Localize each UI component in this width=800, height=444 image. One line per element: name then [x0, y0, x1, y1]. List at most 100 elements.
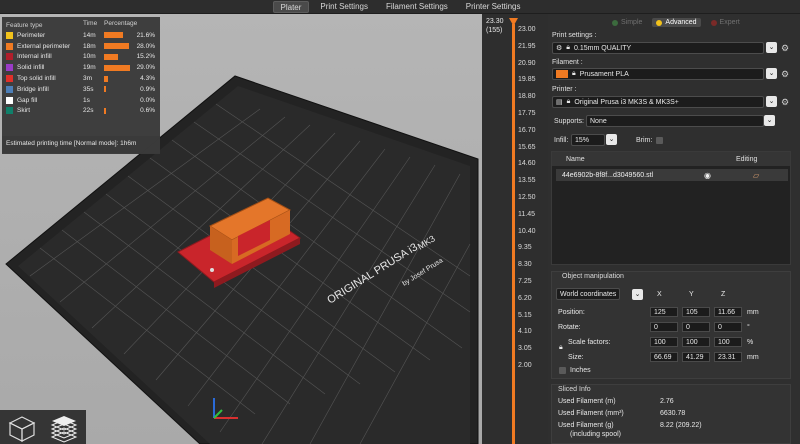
scale-factors-label: Scale factors: — [568, 339, 611, 346]
filament-combo[interactable]: 🔒︎ Prusament PLA — [552, 68, 764, 80]
advanced-dot-icon — [656, 19, 663, 26]
legend-bar — [104, 43, 130, 50]
printer-gear-icon[interactable]: ⚙ — [780, 97, 790, 107]
inches-checkbox[interactable] — [559, 367, 566, 374]
legend-row: Gap fill 1s 0.0% — [6, 95, 156, 106]
lock-icon: 🔒︎ — [566, 44, 571, 51]
estimated-time-value: 1h6m — [120, 140, 137, 147]
layer-slider-track[interactable] — [512, 24, 515, 444]
tab-printer-settings[interactable]: Printer Settings — [459, 1, 528, 13]
used-filament-m-value: 2.76 — [660, 398, 674, 405]
filament-gear-icon[interactable]: ⚙ — [780, 69, 790, 79]
scale-unit: % — [747, 339, 754, 346]
legend-bar — [104, 86, 106, 93]
print-settings-gear-icon[interactable]: ⚙ — [780, 43, 790, 53]
filament-label: Filament : — [552, 59, 583, 66]
brim-label: Brim: — [636, 137, 653, 144]
layer-slider-panel — [482, 14, 548, 444]
object-manipulation-title: Object manipulation — [562, 273, 624, 280]
rotate-y-input[interactable]: 0 — [682, 322, 710, 332]
tab-plater[interactable]: Plater — [272, 0, 310, 13]
scale-y-input[interactable]: 100 — [682, 337, 710, 347]
mode-simple[interactable]: Simple — [608, 18, 646, 27]
legend-percentage: 0.9% — [140, 85, 155, 93]
printer-icon: ▤ — [556, 99, 563, 106]
legend-feature-name: Bridge infill — [17, 85, 49, 93]
position-y-input[interactable]: 105 — [682, 307, 710, 317]
mode-expert[interactable]: Expert — [707, 18, 744, 27]
legend-row: External perimeter 18m 28.0% — [6, 41, 156, 52]
layer-tick-label: 6.20 — [518, 294, 532, 302]
used-filament-g-label: Used Filament (g) — [558, 422, 614, 429]
scale-z-input[interactable]: 100 — [714, 337, 742, 347]
layer-tick-label: 9.35 — [518, 244, 532, 252]
coordinates-combo[interactable]: World coordinates — [556, 288, 620, 300]
filament-dropdown-button[interactable]: ⌄ — [766, 68, 777, 79]
view-toggle-group — [0, 410, 86, 444]
object-name: 44e6902b-8f8f...d3049560.stl — [562, 171, 654, 179]
scale-x-input[interactable]: 100 — [650, 337, 678, 347]
rotate-z-input[interactable]: 0 — [714, 322, 742, 332]
legend-percentage: 0.6% — [140, 107, 155, 115]
object-list-row[interactable]: 44e6902b-8f8f...d3049560.stl ◉ ▱ — [556, 169, 788, 181]
tab-filament-settings[interactable]: Filament Settings — [379, 1, 455, 13]
layer-tick-label: 17.75 — [518, 109, 536, 117]
supports-combo[interactable]: None — [586, 115, 764, 127]
coordinates-dropdown-button[interactable]: ⌄ — [632, 289, 643, 300]
legend-swatch — [6, 42, 13, 50]
slider-top-height: 23.30 — [486, 18, 504, 25]
eye-icon[interactable]: ◉ — [704, 171, 711, 180]
legend-time: 14m — [83, 31, 96, 39]
layer-tick-label: 18.80 — [518, 93, 536, 101]
printer-combo[interactable]: ▤ 🔒︎ Original Prusa i3 MK3S & MK3S+ — [552, 96, 764, 108]
lock-icon: 🔒︎ — [572, 70, 576, 77]
object-list-header-name: Name — [566, 155, 585, 163]
legend-header-percentage: Percentage — [104, 20, 138, 27]
gear-small-icon: ⚙ — [556, 45, 563, 52]
infill-combo[interactable]: 15% — [571, 134, 605, 146]
legend-percentage: 0.0% — [140, 96, 155, 104]
scale-lock-icon[interactable]: 🔒︎ — [559, 344, 563, 352]
lock-icon: 🔒︎ — [566, 98, 571, 105]
legend-swatch — [6, 64, 13, 72]
expert-dot-icon — [710, 19, 717, 26]
including-spool-note: (including spool) — [570, 431, 621, 438]
print-settings-dropdown-button[interactable]: ⌄ — [766, 42, 777, 53]
legend-header-time: Time — [83, 20, 98, 27]
size-z-input[interactable]: 23.31 — [714, 352, 742, 362]
brim-checkbox[interactable] — [656, 137, 663, 144]
size-y-input[interactable]: 41.29 — [682, 352, 710, 362]
legend-swatch — [6, 107, 13, 115]
position-x-input[interactable]: 125 — [650, 307, 678, 317]
axis-z-label: Z — [721, 291, 726, 298]
app-window: Plater Print Settings Filament Settings … — [0, 0, 800, 444]
size-x-input[interactable]: 66.69 — [650, 352, 678, 362]
layer-tick-label: 19.85 — [518, 76, 536, 84]
legend-percentage: 4.3% — [140, 75, 155, 83]
legend-percentage: 15.2% — [136, 53, 155, 61]
used-filament-mm3-value: 6630.78 — [660, 410, 686, 417]
feature-legend: Feature type Time Percentage Perimeter 14… — [2, 17, 160, 153]
mode-advanced[interactable]: Advanced — [652, 18, 701, 27]
legend-row: Bridge infill 35s 0.9% — [6, 84, 156, 95]
axis-x-label: X — [657, 291, 662, 298]
legend-row: Skirt 22s 0.6% — [6, 106, 156, 117]
infill-dropdown-button[interactable]: ⌄ — [606, 134, 617, 145]
size-label: Size: — [568, 354, 584, 361]
printer-dropdown-button[interactable]: ⌄ — [766, 96, 777, 107]
tab-print-settings[interactable]: Print Settings — [313, 1, 375, 13]
position-label: Position: — [558, 309, 585, 316]
layer-tick-label: 14.60 — [518, 160, 536, 168]
legend-swatch — [6, 53, 13, 61]
supports-dropdown-button[interactable]: ⌄ — [764, 115, 775, 126]
position-z-input[interactable]: 11.66 — [714, 307, 742, 317]
legend-row: Top solid infill 3m 4.3% — [6, 73, 156, 84]
print-settings-combo[interactable]: ⚙ 🔒︎ 0.15mm QUALITY — [552, 42, 764, 54]
legend-time: 35s — [83, 85, 94, 93]
preview-layers-icon[interactable] — [46, 413, 82, 443]
infill-label: Infill: — [554, 137, 569, 144]
legend-percentage: 21.6% — [136, 31, 155, 39]
edit-icon[interactable]: ▱ — [753, 171, 759, 180]
3d-view-icon[interactable] — [4, 413, 40, 443]
rotate-x-input[interactable]: 0 — [650, 322, 678, 332]
